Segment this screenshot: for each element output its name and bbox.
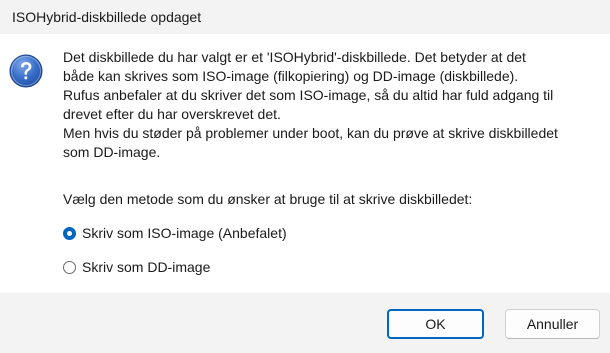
message-line: Det diskbillede du har valgt er et 'ISOH… bbox=[63, 49, 526, 65]
cancel-button[interactable]: Annuller bbox=[505, 309, 600, 339]
window-title: ISOHybrid-diskbillede opdaget bbox=[12, 9, 202, 25]
title-bar: ISOHybrid-diskbillede opdaget bbox=[0, 0, 610, 34]
method-prompt: Vælg den metode som du ønsker at bruge t… bbox=[63, 191, 473, 207]
option-iso-image[interactable]: Skriv som ISO-image (Anbefalet) bbox=[63, 224, 287, 242]
ok-button[interactable]: OK bbox=[387, 309, 484, 339]
iso-hybrid-dialog: ISOHybrid-diskbillede opdaget Det diskbi… bbox=[0, 0, 610, 353]
message-line: Men hvis du støder på problemer under bo… bbox=[63, 125, 558, 141]
question-icon bbox=[9, 54, 43, 88]
option-dd-image[interactable]: Skriv som DD-image bbox=[63, 258, 210, 276]
message-line: drevet efter du har overskrevet det. bbox=[63, 106, 281, 122]
button-bar: OK Annuller bbox=[0, 293, 610, 353]
message-line: som DD-image. bbox=[63, 144, 161, 160]
option-dd-image-label[interactable]: Skriv som DD-image bbox=[82, 259, 210, 275]
dialog-message: Det diskbillede du har valgt er et 'ISOH… bbox=[63, 48, 603, 162]
radio-dd-image[interactable] bbox=[63, 260, 76, 274]
dialog-content: Det diskbillede du har valgt er et 'ISOH… bbox=[0, 34, 610, 293]
message-line: Rufus anbefaler at du skriver det som IS… bbox=[63, 87, 554, 103]
radio-iso-image[interactable] bbox=[63, 226, 76, 240]
message-line: både kan skrives som ISO-image (filkopie… bbox=[63, 68, 519, 84]
option-iso-image-label[interactable]: Skriv som ISO-image (Anbefalet) bbox=[82, 225, 287, 241]
